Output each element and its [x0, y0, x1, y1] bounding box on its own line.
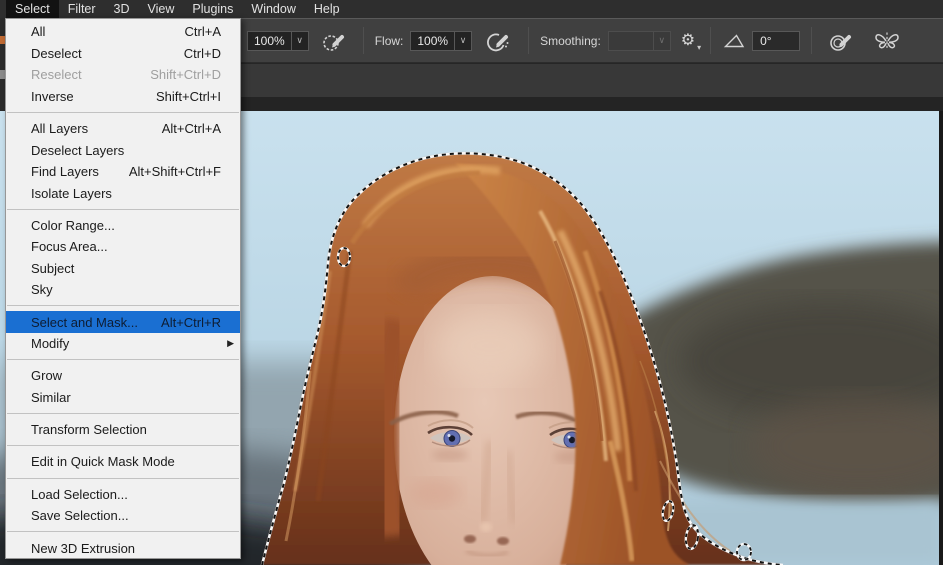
flow-dropdown[interactable]: 100% ∨ — [410, 31, 472, 51]
divider — [710, 27, 711, 54]
paint-symmetry-butterfly-icon[interactable] — [873, 29, 901, 53]
menu-item-label: Color Range... — [31, 218, 115, 233]
menu-item-edit-in-quick-mask-mode[interactable]: Edit in Quick Mask Mode — [6, 451, 240, 473]
menu-item-subject[interactable]: Subject — [6, 258, 240, 280]
chevron-down-icon[interactable]: ∨ — [455, 31, 472, 51]
menu-item-modify[interactable]: Modify ▶ — [6, 333, 240, 355]
menu-item-label: Modify — [31, 336, 69, 351]
menu-separator — [7, 305, 239, 306]
menu-item-shortcut: Alt+Ctrl+A — [162, 121, 221, 136]
chevron-down-icon[interactable]: ∨ — [292, 31, 309, 51]
menu-item-focus-area[interactable]: Focus Area... — [6, 236, 240, 258]
airbrush-flow-icon[interactable] — [484, 29, 512, 53]
divider — [528, 27, 529, 54]
menu-separator — [7, 445, 239, 446]
menu-separator — [7, 112, 239, 113]
menu-item-label: New 3D Extrusion — [31, 541, 135, 556]
flow-value[interactable]: 100% — [410, 31, 455, 51]
menu-item-shortcut: Alt+Shift+Ctrl+F — [129, 164, 221, 179]
menu-item-all-layers[interactable]: All Layers Alt+Ctrl+A — [6, 118, 240, 140]
chevron-down-icon: ∨ — [654, 31, 671, 51]
menu-item-label: Transform Selection — [31, 422, 147, 437]
smoothing-label: Smoothing: — [540, 34, 601, 48]
menu-item-all[interactable]: All Ctrl+A — [6, 21, 240, 43]
caret-down-icon: ▾ — [697, 44, 701, 52]
smoothing-dropdown: ∨ — [608, 31, 671, 51]
menubar-item-view[interactable]: View — [139, 0, 184, 18]
menu-item-label: Edit in Quick Mask Mode — [31, 454, 175, 469]
menu-item-label: Inverse — [31, 89, 74, 104]
submenu-arrow-icon: ▶ — [227, 338, 234, 349]
menu-item-label: Load Selection... — [31, 487, 128, 502]
brush-angle-field[interactable]: 0° — [752, 31, 800, 51]
brush-angle-icon — [722, 32, 746, 50]
airbrush-pressure-icon[interactable] — [828, 29, 854, 53]
menu-item-grow[interactable]: Grow — [6, 365, 240, 387]
menu-item-label: Find Layers — [31, 164, 99, 179]
divider — [811, 27, 812, 54]
menu-item-load-selection[interactable]: Load Selection... — [6, 483, 240, 505]
menu-item-label: Deselect — [31, 46, 82, 61]
menu-item-label: Focus Area... — [31, 239, 108, 254]
menu-item-shortcut: Alt+Ctrl+R — [161, 315, 221, 330]
menubar-item-plugins[interactable]: Plugins — [183, 0, 242, 18]
airbrush-opacity-icon[interactable] — [321, 29, 347, 53]
menubar-item-help[interactable]: Help — [305, 0, 349, 18]
menu-item-inverse[interactable]: Inverse Shift+Ctrl+I — [6, 86, 240, 108]
menu-item-reselect: Reselect Shift+Ctrl+D — [6, 64, 240, 86]
menu-item-sky[interactable]: Sky — [6, 279, 240, 301]
smoothing-settings-button[interactable]: ⚙ ▾ — [681, 33, 695, 49]
menubar-item-3d[interactable]: 3D — [105, 0, 139, 18]
flow-label: Flow: — [375, 34, 404, 48]
select-menu-panel: All Ctrl+A Deselect Ctrl+D Reselect Shif… — [5, 18, 241, 559]
menu-item-shortcut: Shift+Ctrl+D — [150, 67, 221, 82]
divider — [363, 27, 364, 54]
menu-separator — [7, 359, 239, 360]
menu-item-label: All Layers — [31, 121, 88, 136]
menu-item-label: Subject — [31, 261, 74, 276]
menu-separator — [7, 478, 239, 479]
menu-item-deselect[interactable]: Deselect Ctrl+D — [6, 43, 240, 65]
smoothing-value — [608, 31, 654, 51]
menu-item-shortcut: Ctrl+D — [184, 46, 221, 61]
menu-item-new-3d-extrusion[interactable]: New 3D Extrusion — [6, 537, 240, 559]
menu-item-select-and-mask[interactable]: Select and Mask... Alt+Ctrl+R — [6, 311, 240, 333]
menu-item-shortcut: Ctrl+A — [185, 24, 221, 39]
menu-item-similar[interactable]: Similar — [6, 387, 240, 409]
menu-item-label: Similar — [31, 390, 71, 405]
menu-item-label: Grow — [31, 368, 62, 383]
menu-item-label: All — [31, 24, 45, 39]
opacity-value[interactable]: 100% — [247, 31, 292, 51]
menu-item-save-selection[interactable]: Save Selection... — [6, 505, 240, 527]
menu-item-label: Save Selection... — [31, 508, 129, 523]
menu-item-label: Deselect Layers — [31, 143, 124, 158]
menubar-item-select[interactable]: Select — [6, 0, 59, 18]
opacity-dropdown[interactable]: 100% ∨ — [247, 31, 309, 51]
menu-item-label: Select and Mask... — [31, 315, 138, 330]
gear-icon: ⚙ — [681, 32, 695, 49]
menubar-item-window[interactable]: Window — [242, 0, 304, 18]
menubar: Select Filter 3D View Plugins Window Hel… — [0, 0, 943, 18]
menu-item-shortcut: Shift+Ctrl+I — [156, 89, 221, 104]
menu-separator — [7, 413, 239, 414]
menu-separator — [7, 209, 239, 210]
menu-separator — [7, 531, 239, 532]
menu-item-isolate-layers[interactable]: Isolate Layers — [6, 182, 240, 204]
menu-item-label: Isolate Layers — [31, 186, 112, 201]
menu-item-label: Sky — [31, 282, 53, 297]
menubar-item-filter[interactable]: Filter — [59, 0, 105, 18]
menu-item-label: Reselect — [31, 67, 82, 82]
menu-item-color-range[interactable]: Color Range... — [6, 215, 240, 237]
menu-item-find-layers[interactable]: Find Layers Alt+Shift+Ctrl+F — [6, 161, 240, 183]
menu-item-deselect-layers[interactable]: Deselect Layers — [6, 139, 240, 161]
menu-item-transform-selection[interactable]: Transform Selection — [6, 419, 240, 441]
